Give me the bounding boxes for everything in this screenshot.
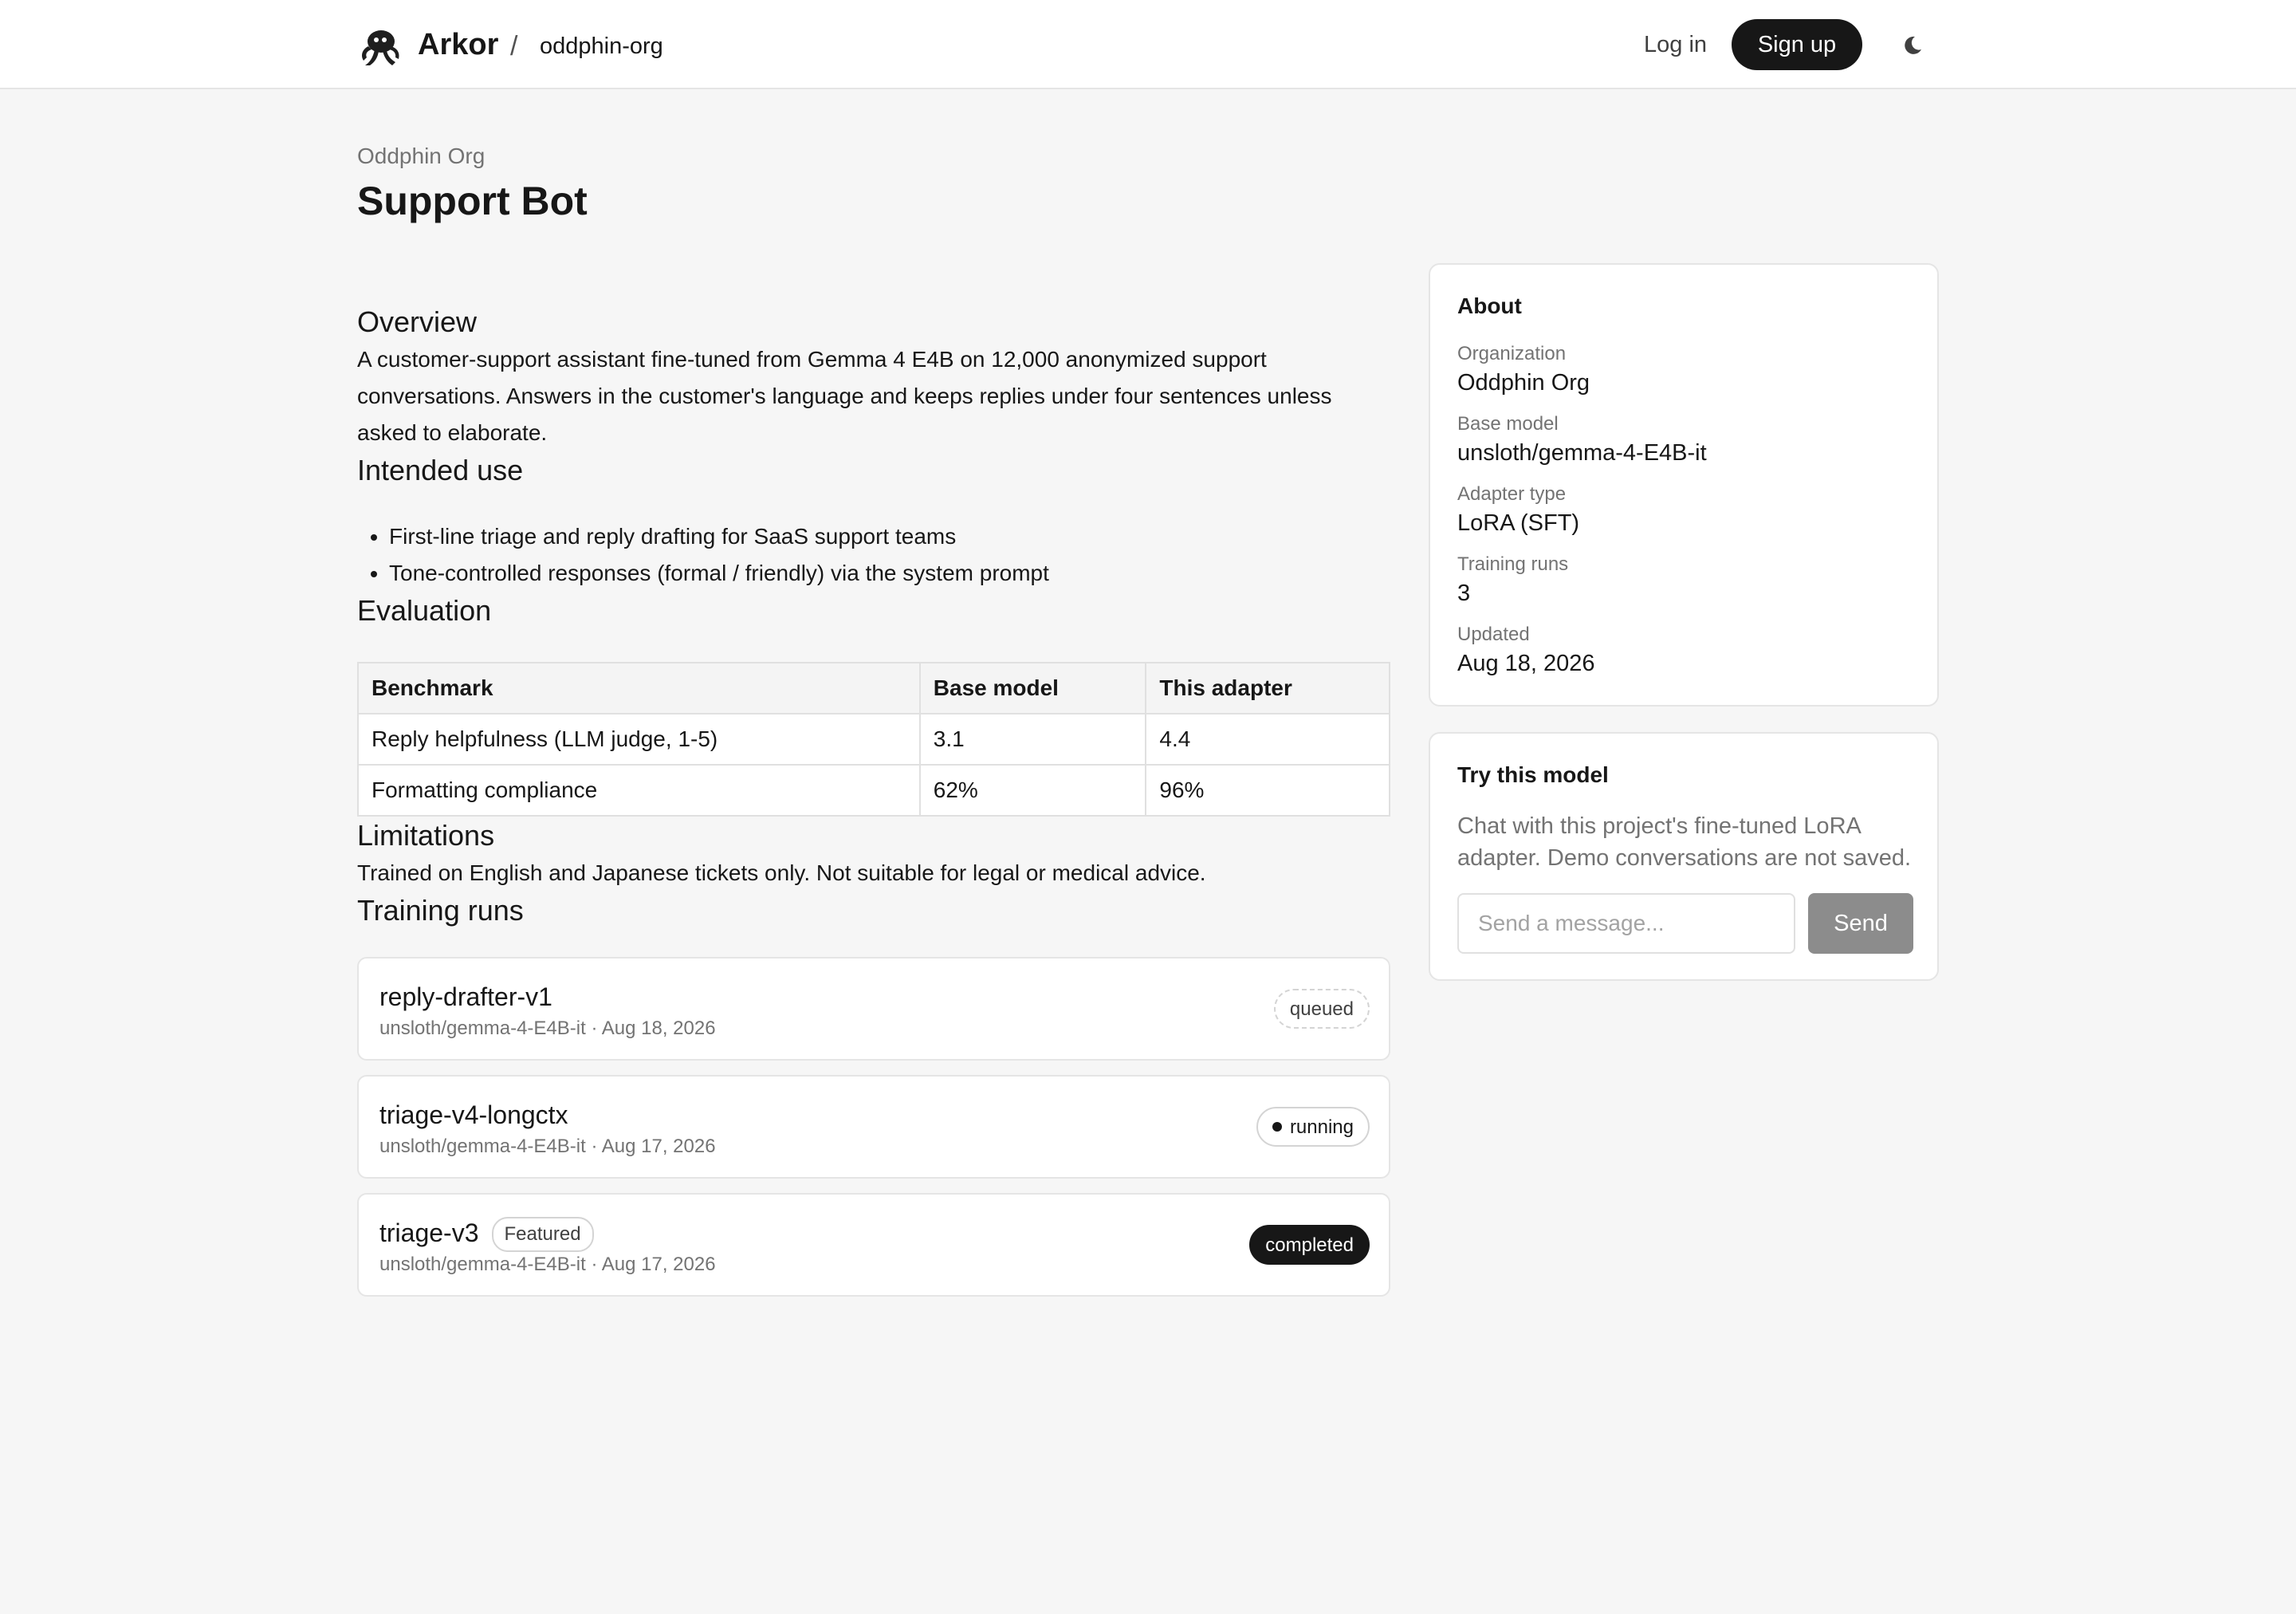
training-run-card[interactable]: triage-v3 Featured unsloth/gemma-4-E4B-it… bbox=[357, 1193, 1390, 1297]
model-card-content: Overview A customer-support assistant fi… bbox=[357, 303, 1390, 1311]
overview-heading: Overview bbox=[357, 305, 478, 338]
status-badge: running bbox=[1256, 1107, 1370, 1147]
try-model-description: Chat with this project's fine-tuned LoRA… bbox=[1457, 813, 1912, 871]
table-header-row: Benchmark Base model This adapter bbox=[357, 662, 1390, 714]
run-name: triage-v3 Featured bbox=[379, 1217, 594, 1252]
list-item: Tone-controlled responses (formal / frie… bbox=[389, 555, 1390, 592]
run-meta: unsloth/gemma-4-E4B-it · Aug 17, 2026 bbox=[379, 1136, 716, 1157]
column-header: Benchmark bbox=[357, 662, 921, 714]
field-value: unsloth/gemma-4-E4B-it bbox=[1457, 440, 1707, 466]
run-meta: unsloth/gemma-4-E4B-it · Aug 17, 2026 bbox=[379, 1254, 716, 1275]
limitations-text: Trained on English and Japanese tickets … bbox=[357, 860, 1206, 885]
table-row: Formatting compliance 62% 96% bbox=[357, 764, 1390, 817]
limitations-heading: Limitations bbox=[357, 819, 495, 852]
table-cell: 3.1 bbox=[918, 713, 1147, 766]
table-cell: Reply helpfulness (LLM judge, 1-5) bbox=[357, 713, 921, 766]
send-button[interactable]: Send bbox=[1808, 893, 1913, 954]
column-header: Base model bbox=[918, 662, 1147, 714]
try-model-card: Try this model Chat with this project's … bbox=[1429, 732, 1939, 981]
run-name-text: reply-drafter-v1 bbox=[379, 982, 552, 1011]
status-badge: queued bbox=[1273, 989, 1370, 1029]
breadcrumb-org-link[interactable]: oddphin-org bbox=[540, 26, 663, 67]
login-link[interactable]: Log in bbox=[1644, 26, 1707, 64]
field-value: Aug 18, 2026 bbox=[1457, 651, 1595, 676]
run-meta: unsloth/gemma-4-E4B-it · Aug 18, 2026 bbox=[379, 1018, 716, 1039]
training-runs-list: reply-drafter-v1 unsloth/gemma-4-E4B-it … bbox=[357, 957, 1390, 1297]
training-runs-heading: Training runs bbox=[357, 894, 524, 927]
breadcrumb-separator: / bbox=[510, 31, 518, 61]
field-label: Updated bbox=[1457, 624, 1530, 645]
intended-use-list: First-line triage and reply drafting for… bbox=[357, 518, 1390, 592]
about-title: About bbox=[1457, 293, 1522, 318]
column-header: This adapter bbox=[1145, 662, 1390, 714]
status-text: running bbox=[1289, 1116, 1354, 1138]
brand-name[interactable]: Arkor bbox=[418, 24, 498, 65]
signup-button[interactable]: Sign up bbox=[1732, 19, 1862, 70]
project-org-name: Oddphin Org bbox=[357, 144, 486, 168]
evaluation-heading: Evaluation bbox=[357, 594, 492, 627]
message-input[interactable] bbox=[1457, 893, 1795, 954]
evaluation-table: Benchmark Base model This adapter Reply … bbox=[357, 662, 1390, 817]
field-label: Organization bbox=[1457, 343, 1567, 364]
try-model-title: Try this model bbox=[1457, 762, 1609, 787]
run-name-text: triage-v4-longctx bbox=[379, 1100, 568, 1129]
status-badge: completed bbox=[1249, 1225, 1370, 1265]
table-cell: 96% bbox=[1145, 764, 1390, 817]
table-row: Reply helpfulness (LLM judge, 1-5) 3.1 4… bbox=[357, 713, 1390, 766]
running-dot-icon bbox=[1272, 1122, 1282, 1132]
field-label: Training runs bbox=[1457, 553, 1569, 575]
moon-icon[interactable] bbox=[1901, 33, 1924, 57]
run-name-text: triage-v3 bbox=[379, 1218, 479, 1247]
run-name: triage-v4-longctx bbox=[379, 1099, 568, 1131]
field-value: 3 bbox=[1457, 581, 1471, 606]
top-navigation-bar: Arkor / oddphin-org Log in Sign up bbox=[0, 0, 2296, 89]
run-name: reply-drafter-v1 bbox=[379, 981, 552, 1013]
field-value: LoRA (SFT) bbox=[1457, 510, 1580, 536]
training-run-card[interactable]: reply-drafter-v1 unsloth/gemma-4-E4B-it … bbox=[357, 957, 1390, 1061]
field-label: Base model bbox=[1457, 413, 1559, 435]
list-item: First-line triage and reply drafting for… bbox=[389, 518, 1390, 555]
field-value: Oddphin Org bbox=[1457, 370, 1590, 396]
about-card: About Organization Oddphin Org Base mode… bbox=[1429, 263, 1939, 707]
table-cell: 62% bbox=[918, 764, 1147, 817]
table-cell: 4.4 bbox=[1145, 713, 1390, 766]
page-title: Support Bot bbox=[357, 179, 588, 223]
field-label: Adapter type bbox=[1457, 483, 1567, 505]
table-cell: Formatting compliance bbox=[357, 764, 921, 817]
octopus-logo-icon[interactable] bbox=[357, 26, 402, 67]
overview-text: A customer-support assistant fine-tuned … bbox=[357, 347, 1332, 445]
featured-badge: Featured bbox=[491, 1217, 594, 1252]
training-run-card[interactable]: triage-v4-longctx unsloth/gemma-4-E4B-it… bbox=[357, 1075, 1390, 1179]
intended-use-heading: Intended use bbox=[357, 454, 524, 486]
